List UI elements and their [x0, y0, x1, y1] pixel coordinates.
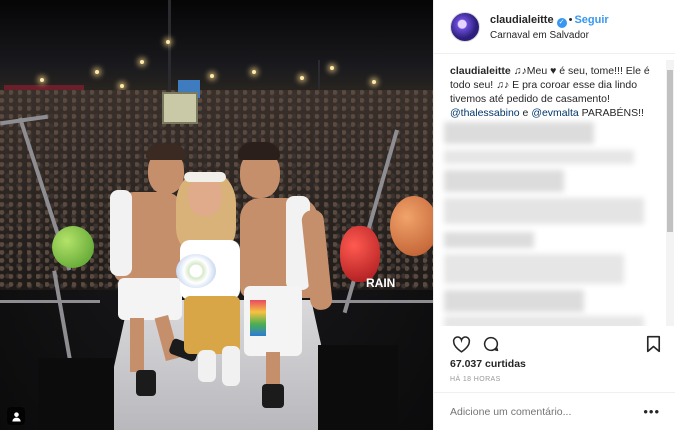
- caption: claudialeitte ♫♪Meu ♥ é seu, tome!!! Ele…: [450, 64, 655, 120]
- follow-button[interactable]: Seguir: [574, 14, 608, 26]
- post-photo[interactable]: RAIN: [0, 0, 433, 430]
- likes-count[interactable]: 67.037 curtidas: [450, 358, 526, 370]
- speaker: [38, 358, 114, 430]
- action-bar: [450, 333, 664, 355]
- verified-badge-icon: ✓: [556, 17, 567, 28]
- caption-username[interactable]: claudialeitte: [450, 65, 511, 77]
- blurred-comments: [444, 122, 650, 326]
- separator-dot: •: [568, 13, 573, 26]
- railing: [330, 300, 433, 303]
- user-tag-button[interactable]: [7, 407, 25, 425]
- inflatable-ball: [390, 196, 433, 256]
- caption-text: PARABÉNS!!: [578, 107, 644, 119]
- avatar[interactable]: [450, 11, 480, 42]
- more-options-button[interactable]: •••: [643, 404, 660, 419]
- night-sky: [0, 0, 433, 95]
- header-top-line: claudialeitte ✓ • Seguir: [490, 11, 609, 28]
- location-link[interactable]: Carnaval em Salvador: [490, 28, 609, 43]
- comments-list[interactable]: claudialeitte ♫♪Meu ♥ é seu, tome!!! Ele…: [434, 60, 665, 326]
- username-link[interactable]: claudialeitte: [490, 14, 554, 26]
- speaker: [318, 345, 398, 430]
- comments-scrollbar[interactable]: [666, 60, 674, 326]
- bookmark-icon: [646, 335, 660, 353]
- comment-icon: [483, 336, 499, 352]
- post-sidebar: claudialeitte ✓ • Seguir Carnaval em Salvad…: [433, 0, 675, 430]
- mention-link[interactable]: @thalessabino: [450, 107, 520, 119]
- inflatable-ball: [340, 226, 380, 282]
- railing: [0, 300, 100, 303]
- post-timestamp[interactable]: HÁ 18 HORAS: [450, 376, 501, 383]
- heart-icon: [452, 335, 470, 353]
- save-button[interactable]: [642, 333, 664, 355]
- banner-text: RAIN: [366, 276, 396, 290]
- caption-text: e: [519, 107, 532, 119]
- post-header: claudialeitte ✓ • Seguir Carnaval em Salvad…: [434, 0, 675, 54]
- add-comment-bar: •••: [434, 392, 675, 430]
- inflatable-ball: [52, 226, 94, 268]
- billboard: [162, 92, 198, 124]
- mention-link[interactable]: @evmalta: [531, 107, 578, 119]
- user-tag-icon: [11, 411, 21, 422]
- comment-button[interactable]: [480, 333, 502, 355]
- header-text: claudialeitte ✓ • Seguir Carnaval em Salvad…: [490, 11, 609, 43]
- comment-input[interactable]: [450, 405, 630, 418]
- light-pole: [168, 0, 171, 95]
- scrollbar-thumb[interactable]: [667, 70, 673, 232]
- like-button[interactable]: [450, 333, 472, 355]
